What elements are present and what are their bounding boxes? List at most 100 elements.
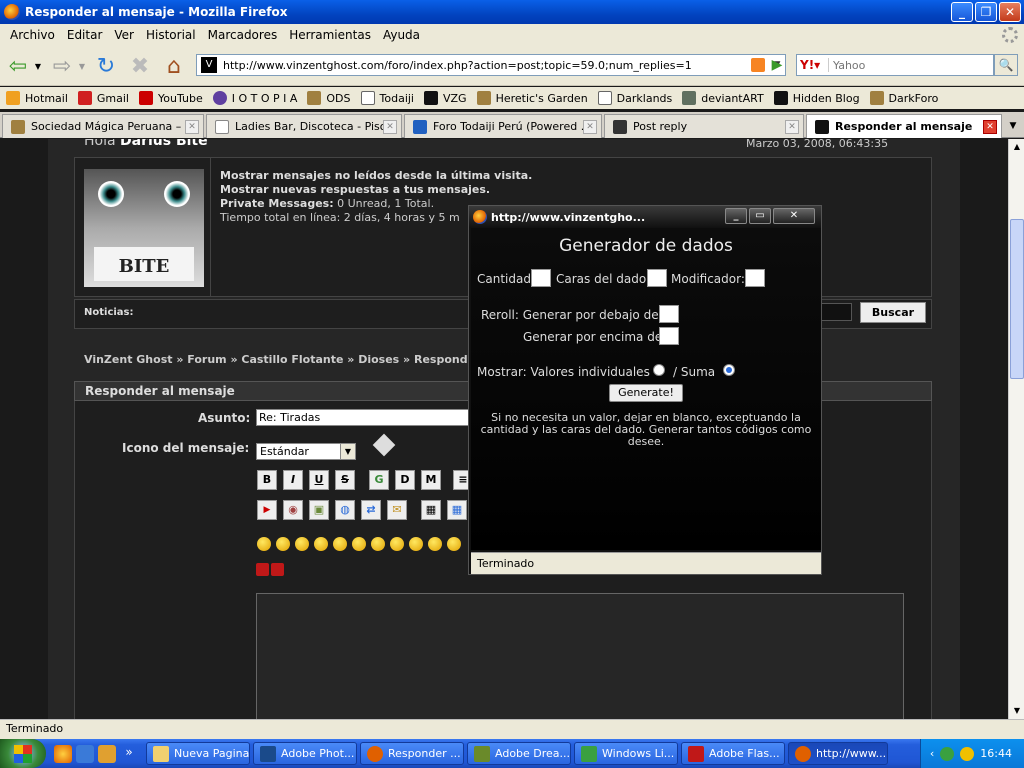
dice-icon[interactable]	[256, 563, 286, 579]
quicklaunch-overflow-icon[interactable]: »	[120, 745, 138, 763]
smiley-icon[interactable]	[428, 537, 442, 551]
flash-icon[interactable]: ◉	[283, 500, 303, 520]
back-dropdown-icon[interactable]: ▼	[32, 52, 44, 80]
reroll-above-input[interactable]	[659, 327, 679, 345]
caras-input[interactable]	[647, 269, 667, 287]
email-icon[interactable]: ✉	[387, 500, 407, 520]
tab-close-icon[interactable]: ✕	[983, 119, 997, 134]
search-magnifier-icon[interactable]: 🔍	[994, 54, 1018, 76]
marquee-button[interactable]: M	[421, 470, 441, 490]
popup-minimize-button[interactable]: _	[725, 208, 747, 224]
tab-close-icon[interactable]: ✕	[185, 119, 199, 134]
table-row-icon[interactable]: ▦	[447, 500, 467, 520]
forward-dropdown-icon[interactable]: ▼	[76, 52, 88, 80]
tab-responder-al-mensaje[interactable]: Responder al mensaje ✕	[806, 114, 1002, 138]
popup-close-button[interactable]: ✕	[773, 208, 815, 224]
url-input[interactable]	[223, 58, 751, 72]
menu-historial[interactable]: Historial	[140, 28, 202, 42]
menu-ayuda[interactable]: Ayuda	[377, 28, 426, 42]
tab-list-dropdown-icon[interactable]: ▼	[1004, 116, 1022, 136]
bookmark-hidden-blog[interactable]: Hidden Blog	[773, 91, 860, 105]
bookmark-youtube[interactable]: YouTube	[138, 91, 203, 105]
start-button[interactable]	[0, 739, 46, 768]
popup-maximize-button[interactable]: ▭	[749, 208, 771, 224]
home-icon[interactable]: ⌂	[160, 52, 188, 80]
tab-close-icon[interactable]: ✕	[785, 119, 799, 134]
hyperlink-icon[interactable]: ◍	[335, 500, 355, 520]
yahoo-engine-icon[interactable]: Y!▾	[797, 58, 829, 72]
smiley-icon[interactable]	[257, 537, 271, 551]
task-nueva-pagina[interactable]: Nueva Pagina	[146, 742, 250, 765]
modificador-input[interactable]	[745, 269, 765, 287]
bookmark-darklands[interactable]: Darklands	[597, 91, 672, 105]
messenger-tray-icon[interactable]	[940, 746, 955, 761]
forum-search-input[interactable]	[818, 303, 852, 321]
image-icon[interactable]: ▣	[309, 500, 329, 520]
smiley-icon[interactable]	[276, 537, 290, 551]
stop-icon[interactable]: ✖	[126, 52, 154, 80]
new-replies-link[interactable]: Mostrar nuevas respuestas a tus mensajes…	[220, 183, 490, 196]
smiley-icon[interactable]	[333, 537, 347, 551]
bookmark-iotopia[interactable]: I O T O P I A	[212, 91, 297, 105]
back-arrow-icon[interactable]: ⇦	[4, 52, 32, 80]
rss-feed-icon[interactable]	[751, 58, 765, 72]
go-arrow-icon[interactable]: ▶	[766, 54, 788, 76]
search-input[interactable]	[829, 58, 979, 72]
smiley-icon[interactable]	[314, 537, 328, 551]
strikethrough-button[interactable]: S	[335, 470, 355, 490]
menu-archivo[interactable]: Archivo	[4, 28, 61, 42]
menu-marcadores[interactable]: Marcadores	[202, 28, 284, 42]
scroll-up-icon[interactable]: ▲	[1009, 139, 1024, 155]
ie-quicklaunch-icon[interactable]	[76, 744, 94, 763]
bookmark-deviantart[interactable]: deviantART	[682, 91, 764, 105]
generate-button[interactable]: Generate!	[609, 384, 683, 402]
italic-button[interactable]: I	[283, 470, 303, 490]
network-tray-icon[interactable]	[960, 746, 975, 761]
bookmark-vzg[interactable]: VZG	[424, 91, 467, 105]
breadcrumb[interactable]: VinZent Ghost » Forum » Castillo Flotant…	[84, 353, 511, 366]
tab-sociedad-magica[interactable]: Sociedad Mágica Peruana – ... ✕	[2, 114, 204, 138]
ftp-icon[interactable]: ⇄	[361, 500, 381, 520]
reload-icon[interactable]: ↻	[92, 52, 120, 80]
maximize-button[interactable]: ❐	[975, 2, 997, 22]
bookmark-todaiji[interactable]: Todaiji	[360, 91, 414, 105]
subject-input[interactable]: Re: Tiradas	[256, 409, 470, 426]
message-icon-select[interactable]: Estándar ▼	[256, 443, 356, 460]
smiley-icon[interactable]	[447, 537, 461, 551]
url-bar[interactable]: V ▼	[196, 54, 786, 76]
task-firefox-responder[interactable]: Responder ...	[360, 742, 464, 765]
unread-link[interactable]: Mostrar mensajes no leídos desde la últi…	[220, 169, 532, 182]
firefox-quicklaunch-icon[interactable]	[54, 744, 72, 763]
close-button[interactable]: ✕	[999, 2, 1021, 22]
individual-values-radio[interactable]	[653, 364, 665, 376]
menu-herramientas[interactable]: Herramientas	[283, 28, 377, 42]
smiley-icon[interactable]	[371, 537, 385, 551]
smiley-icon[interactable]	[295, 537, 309, 551]
bookmark-ods[interactable]: ODS	[307, 91, 351, 105]
forward-arrow-icon[interactable]: ⇨	[48, 52, 76, 80]
smiley-icon[interactable]	[409, 537, 423, 551]
pm-label[interactable]: Private Messages:	[220, 197, 334, 210]
tray-expand-icon[interactable]: ‹	[930, 747, 934, 760]
task-dreamweaver[interactable]: Adobe Drea...	[467, 742, 571, 765]
youtube-icon[interactable]: ▶	[257, 500, 277, 520]
cantidad-input[interactable]	[531, 269, 551, 287]
search-bar[interactable]: Y!▾	[796, 54, 994, 76]
smiley-icon[interactable]	[352, 537, 366, 551]
table-icon[interactable]: ▦	[421, 500, 441, 520]
menu-ver[interactable]: Ver	[108, 28, 140, 42]
glow-button[interactable]: G	[369, 470, 389, 490]
bold-button[interactable]: B	[257, 470, 277, 490]
bookmark-heretics-garden[interactable]: Heretic's Garden	[476, 91, 588, 105]
smiley-icon[interactable]	[390, 537, 404, 551]
tab-foro-todaiji[interactable]: Foro Todaiji Perú (Powered ... ✕	[404, 114, 602, 138]
bookmark-hotmail[interactable]: Hotmail	[6, 91, 68, 105]
sum-radio[interactable]	[723, 364, 735, 376]
tab-ladies-bar[interactable]: Ladies Bar, Discoteca - Piso ...✕	[206, 114, 402, 138]
task-flash[interactable]: Adobe Flas...	[681, 742, 785, 765]
task-photoshop[interactable]: Adobe Phot...	[253, 742, 357, 765]
bookmark-darkforo[interactable]: DarkForo	[869, 91, 938, 105]
message-textarea[interactable]	[256, 593, 904, 719]
underline-button[interactable]: U	[309, 470, 329, 490]
forum-search-button[interactable]: Buscar	[860, 302, 926, 323]
